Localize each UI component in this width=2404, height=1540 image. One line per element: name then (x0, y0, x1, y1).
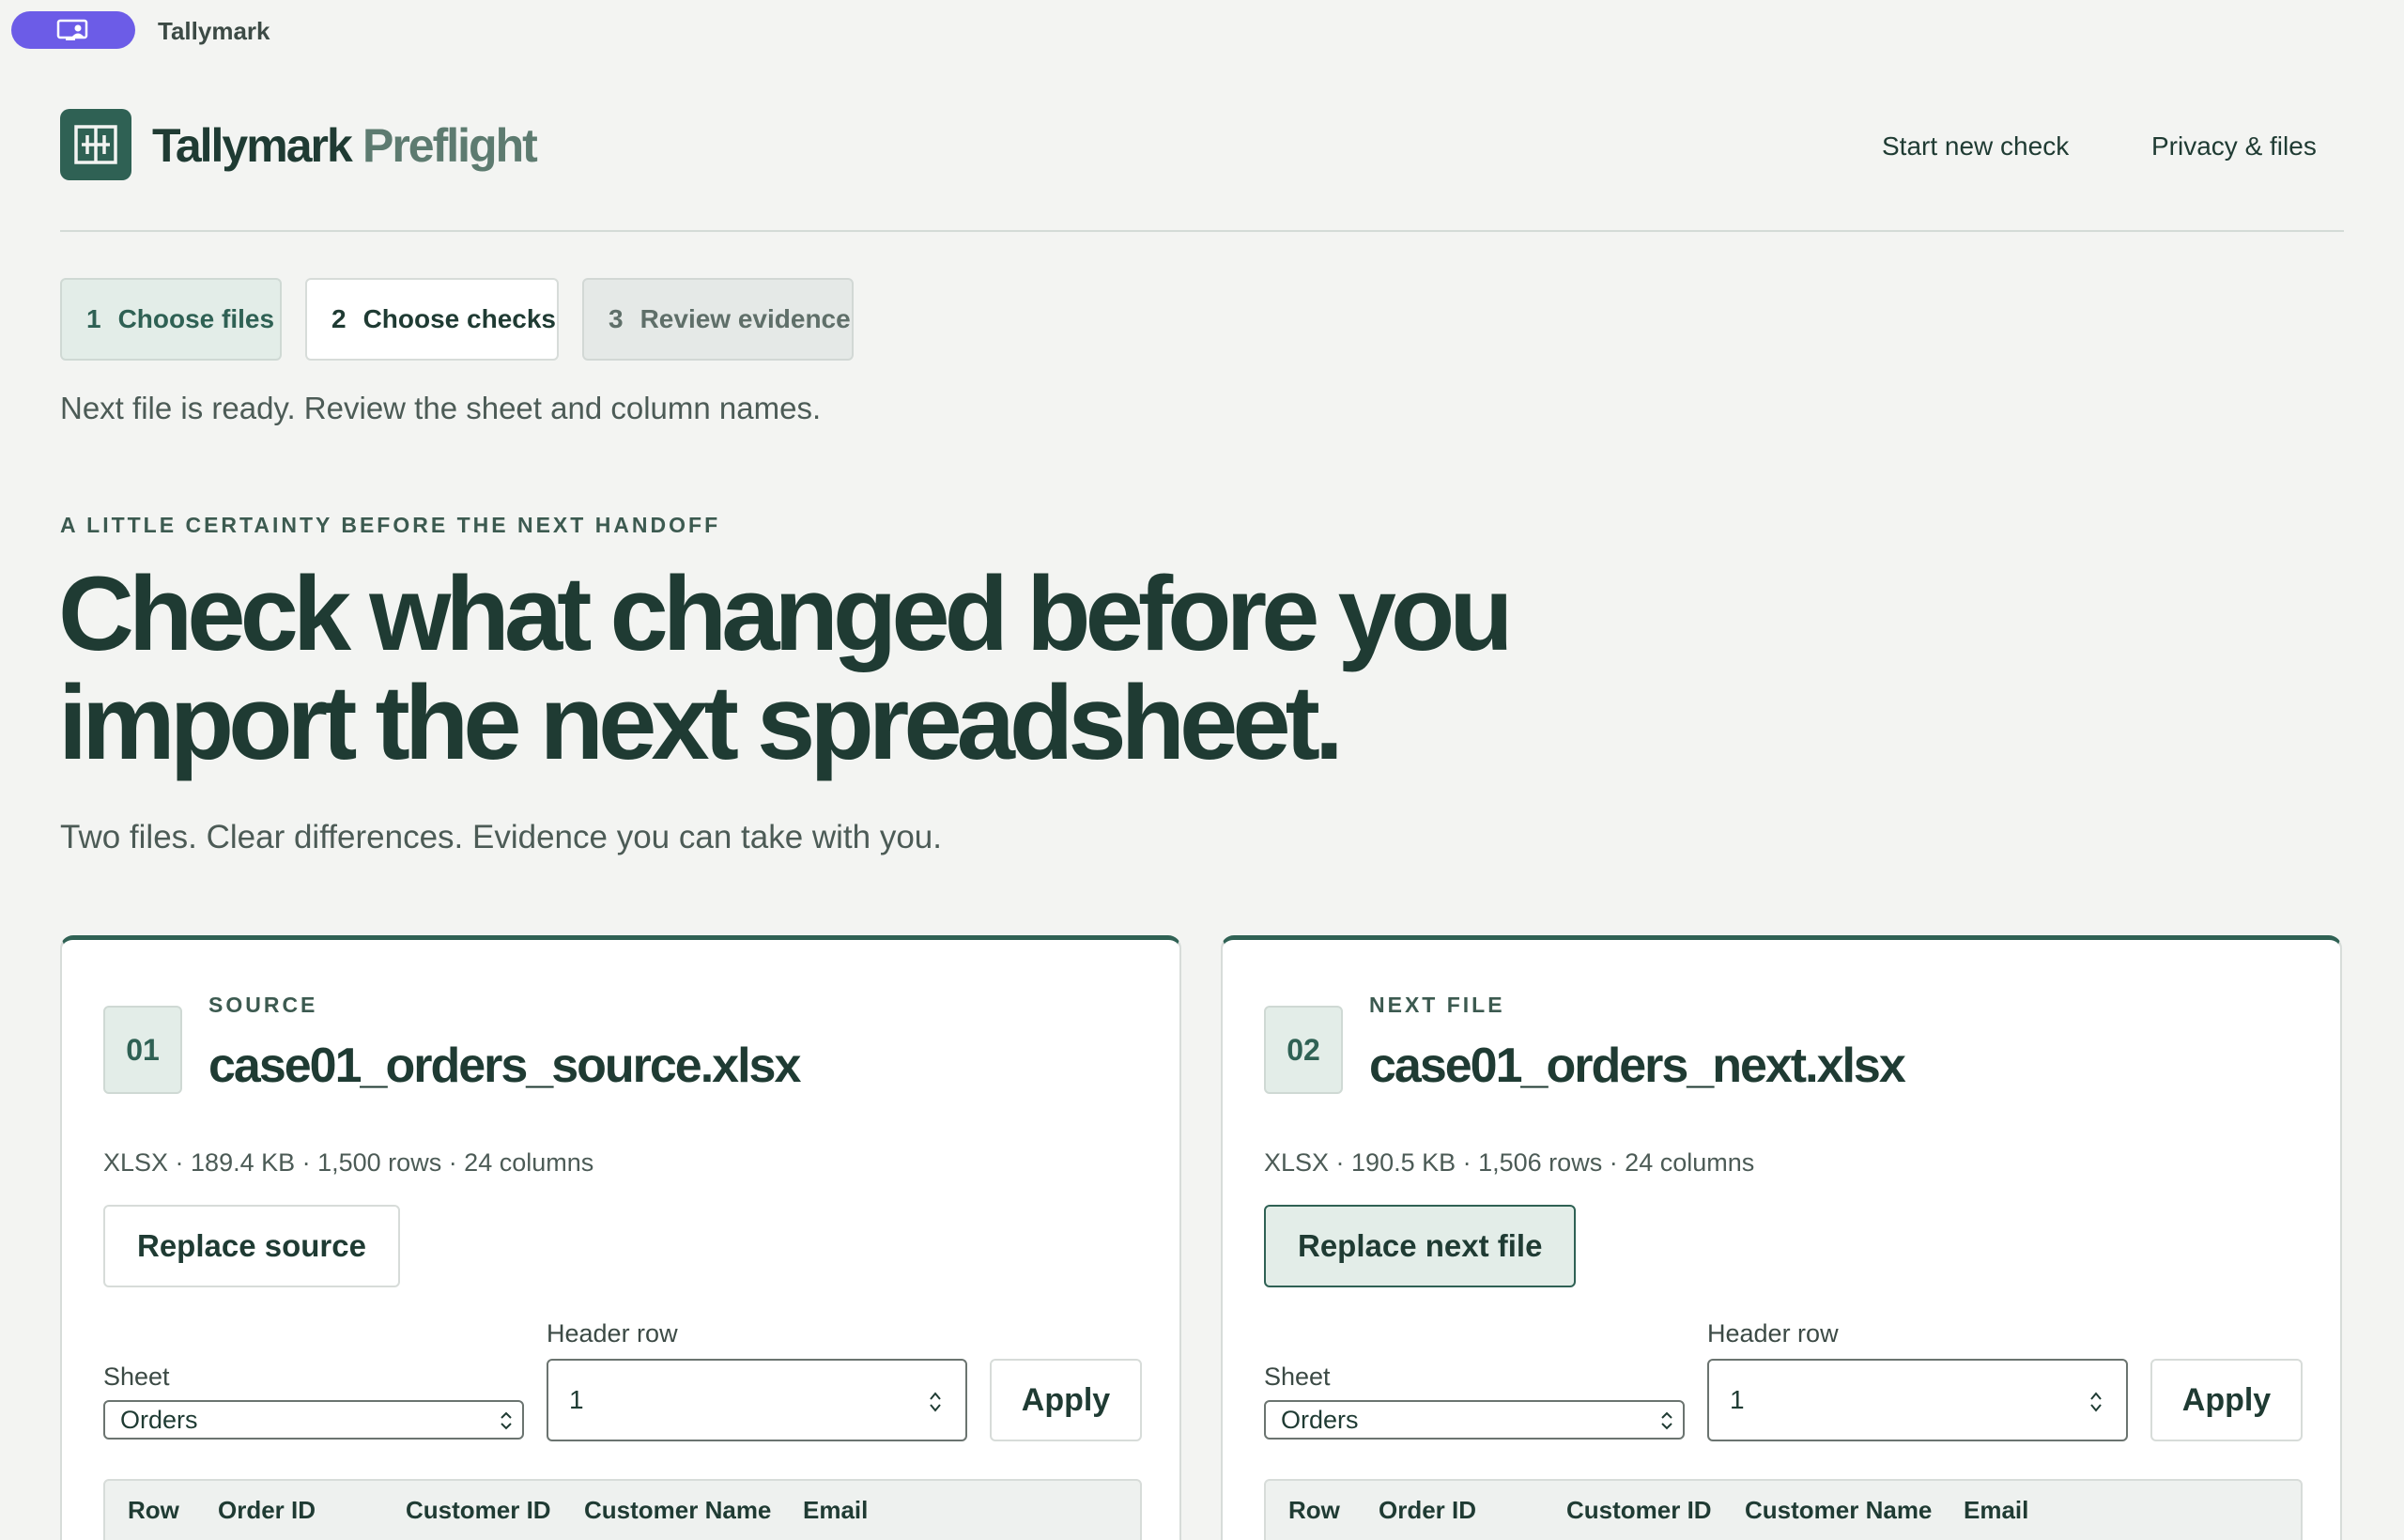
stepper-arrows-icon[interactable] (2088, 1389, 2104, 1415)
step-label: Choose checks (362, 304, 556, 333)
header-row-value: 1 (569, 1385, 584, 1414)
hero-eyebrow: A LITTLE CERTAINTY BEFORE THE NEXT HANDO… (60, 513, 721, 537)
card-label: SOURCE (208, 993, 318, 1017)
replace-source-button[interactable]: Replace source (103, 1205, 400, 1287)
next-file-card: 02 NEXT FILE case01_orders_next.xlsx XLS… (1221, 935, 2342, 1540)
replace-next-file-button[interactable]: Replace next file (1264, 1205, 1577, 1287)
step-number: 3 (609, 304, 624, 333)
app-switcher-button[interactable] (11, 11, 135, 49)
hero-title: Check what changed before you import the… (58, 560, 1561, 778)
preview-table-header: Row Order ID Customer ID Customer Name E… (103, 1479, 1142, 1540)
step-number: 2 (331, 304, 347, 333)
sheet-select[interactable]: Orders (103, 1400, 524, 1440)
hero-subtitle: Two files. Clear differences. Evidence y… (60, 819, 943, 855)
card-label: NEXT FILE (1369, 993, 1505, 1017)
sheet-select-value: Orders (1281, 1405, 1359, 1434)
source-file-card: 01 SOURCE case01_orders_source.xlsx XLSX… (60, 935, 1181, 1540)
card-filename: case01_orders_next.xlsx (1369, 1039, 1906, 1093)
card-number-badge: 01 (103, 1006, 182, 1094)
step-label: Choose files (117, 304, 275, 333)
column-header: Customer ID (1566, 1496, 1712, 1524)
card-file-meta: XLSX · 190.5 KB · 1,506 rows · 24 column… (1264, 1148, 1755, 1177)
screen-user-icon (56, 19, 88, 40)
step-choose-checks[interactable]: 2 Choose checks (305, 278, 559, 361)
column-header: Order ID (218, 1496, 316, 1524)
card-number-badge: 02 (1264, 1006, 1343, 1094)
header-row-input[interactable]: 1 (1707, 1359, 2128, 1441)
column-header: Customer Name (1745, 1496, 1933, 1524)
status-message: Next file is ready. Review the sheet and… (60, 391, 822, 425)
sheet-select-value: Orders (120, 1405, 198, 1434)
window-app-name: Tallymark (158, 17, 270, 45)
column-header: Email (803, 1496, 869, 1524)
start-new-check-link[interactable]: Start new check (1882, 131, 2069, 162)
header-row-value: 1 (1730, 1385, 1745, 1414)
sheet-label: Sheet (1264, 1363, 1331, 1391)
sheet-select[interactable]: Orders (1264, 1400, 1685, 1440)
card-filename: case01_orders_source.xlsx (208, 1039, 801, 1093)
card-file-meta: XLSX · 189.4 KB · 1,500 rows · 24 column… (103, 1148, 594, 1177)
header-row-input[interactable]: 1 (547, 1359, 967, 1441)
brand-product-name: Preflight (362, 119, 538, 172)
header-row-label: Header row (1707, 1319, 1839, 1348)
sheet-label: Sheet (103, 1363, 170, 1391)
step-label: Review evidence (640, 304, 851, 333)
select-chevron-icon (501, 1411, 512, 1430)
apply-button[interactable]: Apply (990, 1359, 1142, 1441)
column-header: Email (1964, 1496, 2029, 1524)
step-choose-files[interactable]: 1 Choose files (60, 278, 282, 361)
column-header: Row (128, 1496, 179, 1524)
hero-title-line-1: Check what changed before you (58, 555, 1514, 672)
preview-table-header: Row Order ID Customer ID Customer Name E… (1264, 1479, 2303, 1540)
header-divider (60, 230, 2344, 232)
apply-button[interactable]: Apply (2150, 1359, 2303, 1441)
header-row-label: Header row (547, 1319, 678, 1348)
step-number: 1 (86, 304, 101, 333)
brand-name: Tallymark (152, 119, 353, 172)
select-chevron-icon (1661, 1411, 1672, 1430)
column-header: Order ID (1379, 1496, 1477, 1524)
window-titlebar: Tallymark (0, 0, 2404, 60)
hero-title-line-2: import the next spreadsheet. (58, 664, 1344, 781)
stepper-arrows-icon[interactable] (928, 1389, 943, 1415)
column-header: Row (1288, 1496, 1340, 1524)
brand-logo-icon (60, 109, 131, 180)
step-review-evidence[interactable]: 3 Review evidence (582, 278, 854, 361)
column-header: Customer ID (406, 1496, 551, 1524)
privacy-files-link[interactable]: Privacy & files (2151, 131, 2317, 162)
column-header: Customer Name (584, 1496, 772, 1524)
